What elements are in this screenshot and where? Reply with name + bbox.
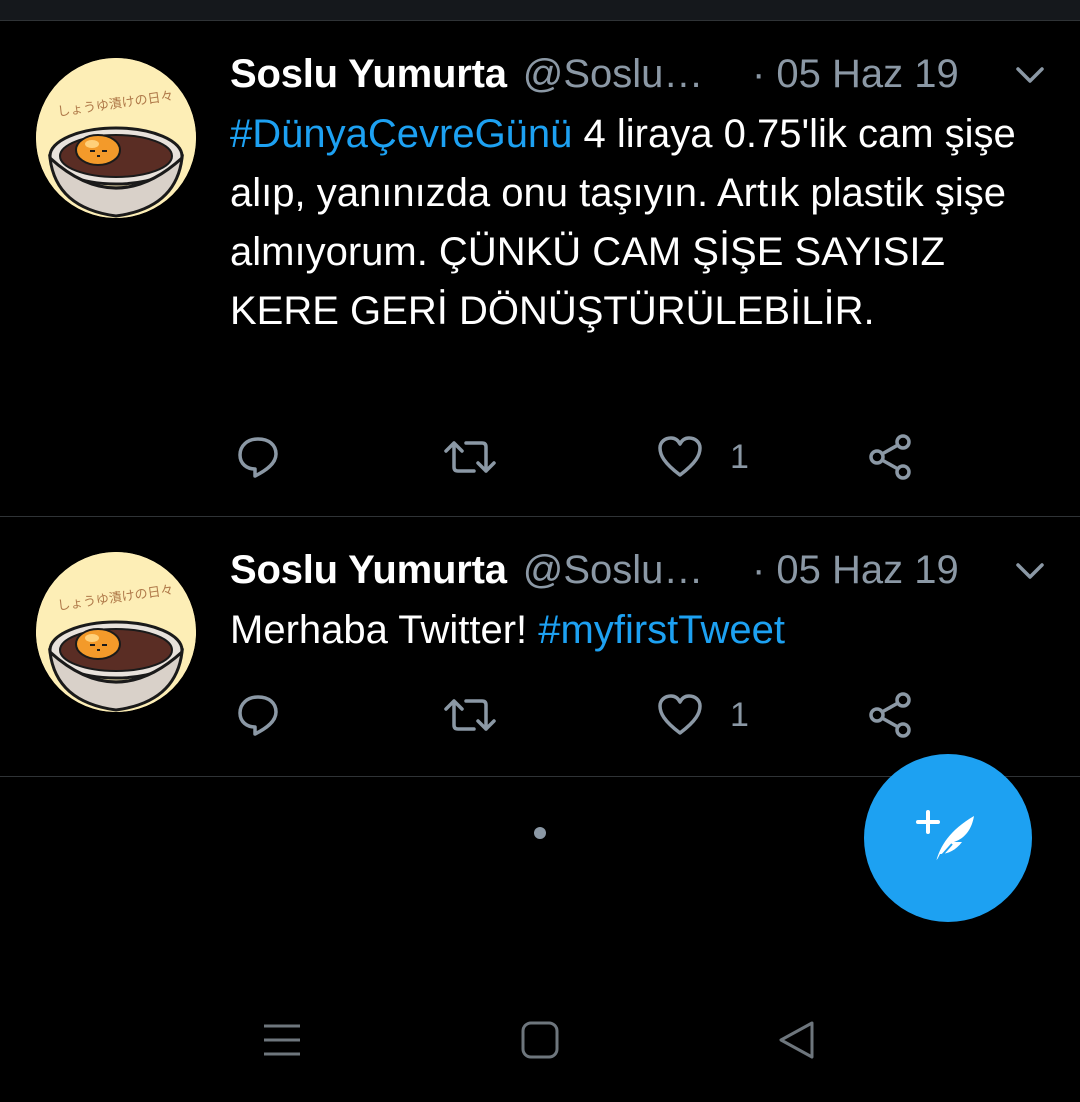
- back-icon: [779, 1021, 814, 1059]
- tweet-header: Soslu Yumurta @Soslu…: [230, 49, 703, 99]
- share-button[interactable]: [866, 427, 914, 487]
- like-button[interactable]: 1: [656, 685, 749, 745]
- recent-apps-icon: [264, 1024, 300, 1056]
- like-count: 1: [730, 437, 749, 476]
- like-button[interactable]: 1: [656, 427, 749, 487]
- chevron-down-icon[interactable]: [1012, 61, 1048, 89]
- avatar[interactable]: しょうゆ漬けの日々: [36, 58, 196, 218]
- reply-icon: [238, 695, 278, 736]
- hashtag-link[interactable]: #myfirstTweet: [538, 608, 785, 652]
- tweet-date[interactable]: · 05 Haz 19: [752, 49, 959, 99]
- author-name[interactable]: Soslu Yumurta: [230, 548, 507, 593]
- system-navigation-bar: [0, 990, 1080, 1082]
- retweet-icon: [444, 441, 496, 473]
- share-button[interactable]: [866, 685, 914, 745]
- compose-tweet-button[interactable]: [864, 754, 1032, 922]
- share-icon: [869, 434, 911, 480]
- like-count: 1: [730, 695, 749, 734]
- like-icon: [658, 436, 702, 477]
- avatar[interactable]: しょうゆ漬けの日々: [36, 552, 196, 712]
- tweet-actions: 1: [230, 427, 950, 487]
- reply-icon: [238, 437, 278, 478]
- tweet-actions: 1: [230, 685, 950, 745]
- retweet-button[interactable]: [442, 427, 498, 487]
- tweet-date[interactable]: · 05 Haz 19: [752, 545, 959, 595]
- home-icon: [521, 1021, 559, 1059]
- home-button[interactable]: [510, 1010, 570, 1070]
- tweet[interactable]: しょうゆ漬けの日々 Soslu Yumurta @Soslu… · 05 Haz…: [0, 517, 1080, 777]
- top-app-bar: [0, 0, 1080, 21]
- author-name[interactable]: Soslu Yumurta: [230, 52, 507, 97]
- hashtag-link[interactable]: #DünyaÇevreGünü: [230, 112, 572, 156]
- author-handle[interactable]: @Soslu: [523, 52, 664, 97]
- handle-ellipsis: …: [663, 51, 704, 96]
- recent-apps-button[interactable]: [252, 1010, 312, 1070]
- tweet[interactable]: しょうゆ漬けの日々 Soslu Yumurta @Soslu… · 05 Haz…: [0, 21, 1080, 517]
- author-handle[interactable]: @Soslu: [523, 548, 664, 593]
- handle-ellipsis: …: [663, 547, 704, 592]
- tweet-text: Merhaba Twitter! #myfirstTweet: [230, 601, 1030, 660]
- back-button[interactable]: [766, 1010, 826, 1070]
- reply-button[interactable]: [234, 427, 282, 487]
- compose-tweet-icon: [916, 810, 974, 863]
- loading-indicator: [534, 827, 546, 839]
- tweet-body-text: Merhaba Twitter!: [230, 608, 539, 652]
- share-icon: [869, 692, 911, 738]
- like-icon: [658, 694, 702, 735]
- retweet-button[interactable]: [442, 685, 498, 745]
- chevron-down-icon[interactable]: [1012, 557, 1048, 585]
- reply-button[interactable]: [234, 685, 282, 745]
- tweet-text: #DünyaÇevreGünü 4 liraya 0.75'lik cam şi…: [230, 105, 1030, 341]
- retweet-icon: [444, 699, 496, 731]
- tweet-header: Soslu Yumurta @Soslu…: [230, 545, 703, 595]
